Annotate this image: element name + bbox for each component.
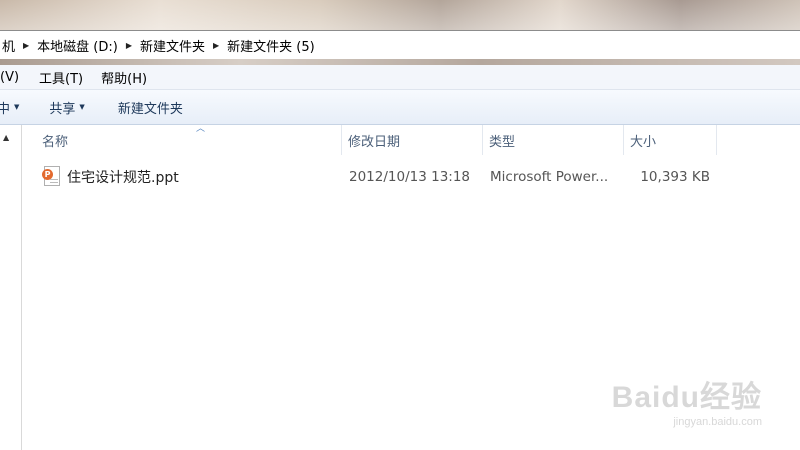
share-button[interactable]: 共享 ▼ bbox=[49, 98, 84, 117]
address-bar[interactable]: 机 ▶ 本地磁盘 (D:) ▶ 新建文件夹 ▶ 新建文件夹 (5) bbox=[0, 30, 800, 60]
breadcrumb-local-disk[interactable]: 本地磁盘 (D:) ▶ bbox=[33, 36, 136, 55]
file-size: 10,393 KB bbox=[640, 169, 710, 185]
file-type: Microsoft Power... bbox=[490, 169, 609, 185]
column-header-size[interactable]: 大小 bbox=[624, 125, 717, 155]
command-bar: 中 ▼ 共享 ▼ 新建文件夹 bbox=[0, 90, 800, 125]
breadcrumb-new-folder-5[interactable]: 新建文件夹 (5) bbox=[223, 36, 319, 55]
chevron-right-icon[interactable]: ▶ bbox=[19, 41, 33, 50]
column-header-date-modified[interactable]: 修改日期 bbox=[342, 125, 483, 155]
chevron-right-icon[interactable]: ▶ bbox=[122, 41, 136, 50]
menu-view[interactable]: (V) bbox=[0, 70, 27, 85]
file-name: 住宅设计规范.ppt bbox=[67, 170, 179, 186]
sort-ascending-icon: ︿ bbox=[196, 124, 206, 134]
file-date-modified: 2012/10/13 13:18 bbox=[349, 169, 471, 185]
new-folder-button[interactable]: 新建文件夹 bbox=[118, 98, 183, 117]
desktop-wallpaper-strip bbox=[0, 0, 800, 30]
file-row[interactable]: P 住宅设计规范.ppt 2012/10/13 13:18 Microsoft … bbox=[22, 165, 800, 189]
dropdown-caret-icon: ▼ bbox=[14, 103, 20, 111]
menu-tools[interactable]: 工具(T) bbox=[31, 68, 91, 87]
breadcrumb-computer[interactable]: 机 ▶ bbox=[0, 36, 33, 55]
dropdown-caret-icon: ▼ bbox=[79, 103, 85, 111]
organize-button[interactable]: 中 ▼ bbox=[0, 98, 19, 117]
menu-bar: (V) 工具(T) 帮助(H) bbox=[0, 65, 800, 90]
watermark-logo: Baidu经验 bbox=[611, 381, 762, 414]
breadcrumb-new-folder[interactable]: 新建文件夹 ▶ bbox=[136, 36, 223, 55]
navigation-pane[interactable]: ▲ bbox=[0, 125, 22, 450]
menu-help[interactable]: 帮助(H) bbox=[93, 68, 155, 87]
baidu-jingyan-watermark: Baidu经验 jingyan.baidu.com bbox=[612, 372, 762, 428]
powerpoint-file-icon: P bbox=[42, 166, 60, 186]
scroll-up-arrow-icon[interactable]: ▲ bbox=[3, 133, 9, 142]
watermark-url: jingyan.baidu.com bbox=[673, 416, 762, 428]
column-header-type[interactable]: 类型 bbox=[483, 125, 624, 155]
chevron-right-icon[interactable]: ▶ bbox=[209, 41, 223, 50]
column-header-name[interactable]: 名称 ︿ bbox=[36, 124, 342, 155]
